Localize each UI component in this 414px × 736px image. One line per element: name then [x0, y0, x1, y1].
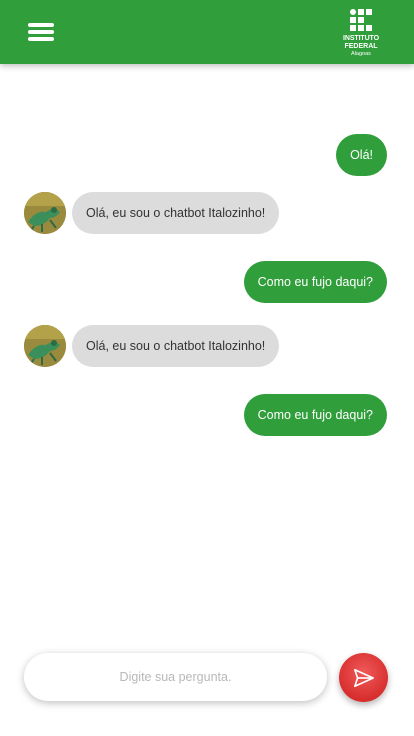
- user-message: Como eu fujo daqui?: [243, 261, 387, 303]
- app-header: INSTITUTO FEDERAL Alagoas: [0, 0, 414, 64]
- user-message: Olá!: [336, 134, 387, 176]
- menu-line: [28, 37, 54, 41]
- hamburger-menu-icon[interactable]: [28, 22, 54, 42]
- bot-avatar: [24, 325, 66, 367]
- menu-line: [28, 30, 54, 34]
- bot-message: Olá, eu sou o chatbot Italozinho!: [72, 192, 280, 234]
- send-icon: [354, 668, 374, 688]
- chat-app: INSTITUTO FEDERAL Alagoas Olá! Olá, eu s…: [0, 0, 414, 736]
- question-input-container: [24, 653, 327, 701]
- institute-logo: INSTITUTO FEDERAL Alagoas: [338, 8, 384, 60]
- logo-text-line2: FEDERAL: [344, 43, 378, 50]
- chat-area[interactable]: Olá! Olá, eu sou o chatbot Italozinho! C…: [0, 64, 414, 644]
- bot-message: Olá, eu sou o chatbot Italozinho!: [72, 325, 280, 367]
- menu-line: [28, 23, 54, 27]
- logo-grid-icon: [350, 9, 372, 31]
- bot-avatar: [24, 192, 66, 234]
- send-button[interactable]: [339, 653, 388, 702]
- question-input[interactable]: [24, 653, 327, 701]
- logo-text-line3: Alagoas: [351, 51, 371, 57]
- logo-text-line1: INSTITUTO: [343, 35, 379, 42]
- user-message: Como eu fujo daqui?: [243, 394, 387, 436]
